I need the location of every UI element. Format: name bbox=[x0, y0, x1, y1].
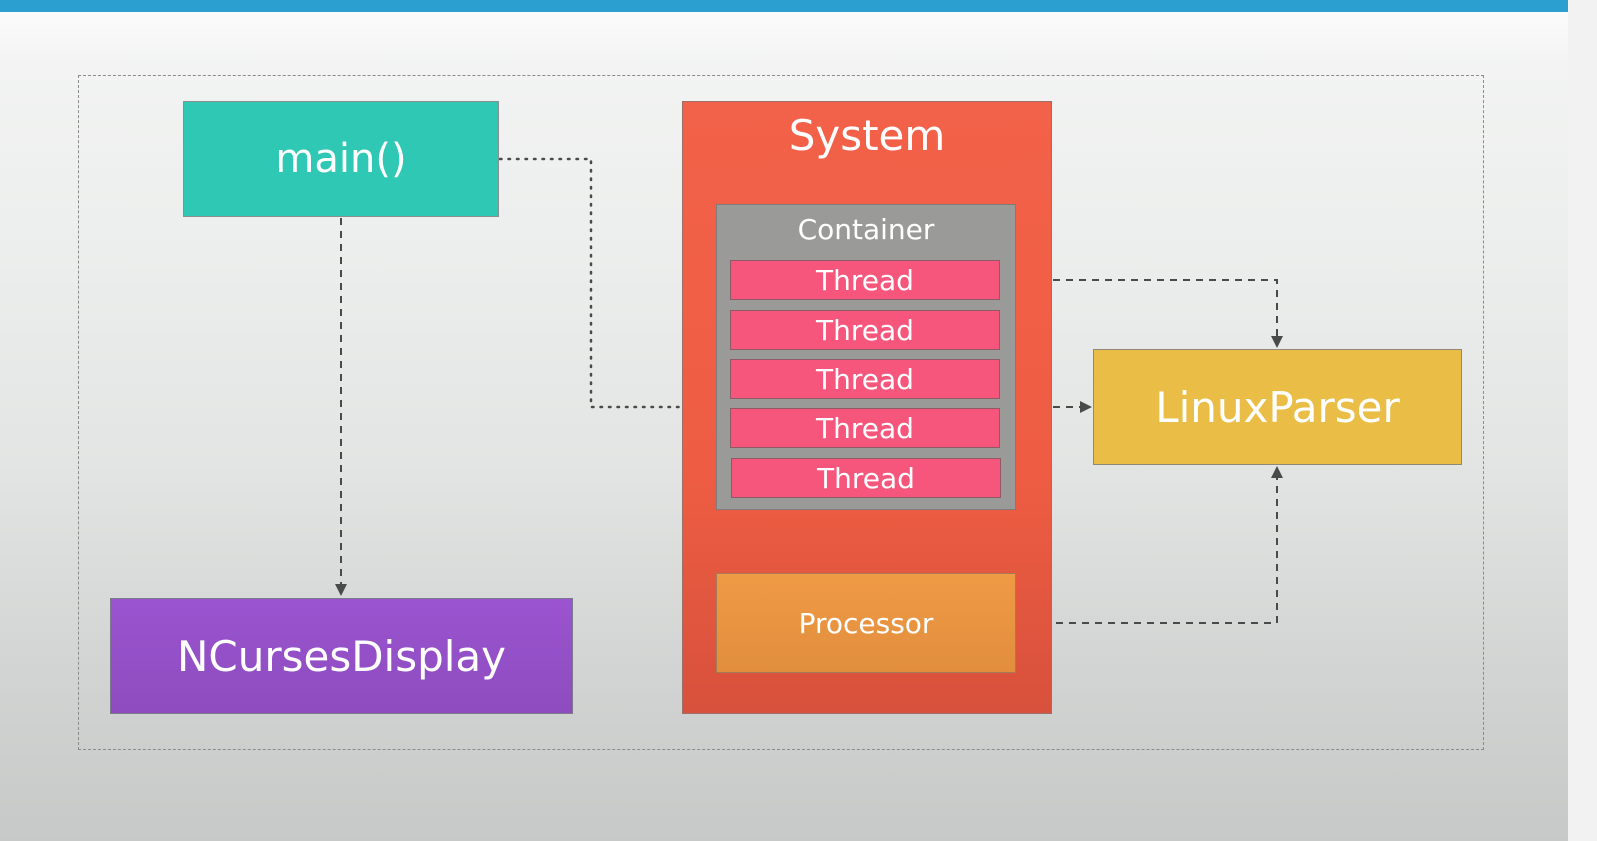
processor-node: Processor bbox=[716, 573, 1016, 673]
thread-label: Thread bbox=[817, 461, 915, 495]
container-label: Container bbox=[797, 213, 935, 246]
thread-label: Thread bbox=[816, 313, 914, 347]
top-bar-shadow bbox=[0, 12, 1568, 62]
top-accent-bar bbox=[0, 0, 1568, 12]
right-margin bbox=[1568, 0, 1597, 841]
thread-label: Thread bbox=[816, 411, 914, 445]
ncurses-display-label: NCursesDisplay bbox=[176, 631, 507, 681]
linux-parser-label: LinuxParser bbox=[1155, 382, 1400, 432]
main-label: main() bbox=[275, 136, 407, 182]
thread-node: Thread bbox=[731, 458, 1001, 498]
linux-parser-node: LinuxParser bbox=[1093, 349, 1462, 465]
thread-label: Thread bbox=[816, 362, 914, 396]
system-label: System bbox=[788, 111, 946, 160]
main-node: main() bbox=[183, 101, 499, 217]
thread-node: Thread bbox=[730, 359, 1000, 399]
ncurses-display-node: NCursesDisplay bbox=[110, 598, 573, 714]
thread-node: Thread bbox=[730, 260, 1000, 300]
thread-node: Thread bbox=[730, 408, 1000, 448]
thread-node: Thread bbox=[730, 310, 1000, 350]
processor-label: Processor bbox=[798, 606, 934, 640]
thread-label: Thread bbox=[816, 263, 914, 297]
